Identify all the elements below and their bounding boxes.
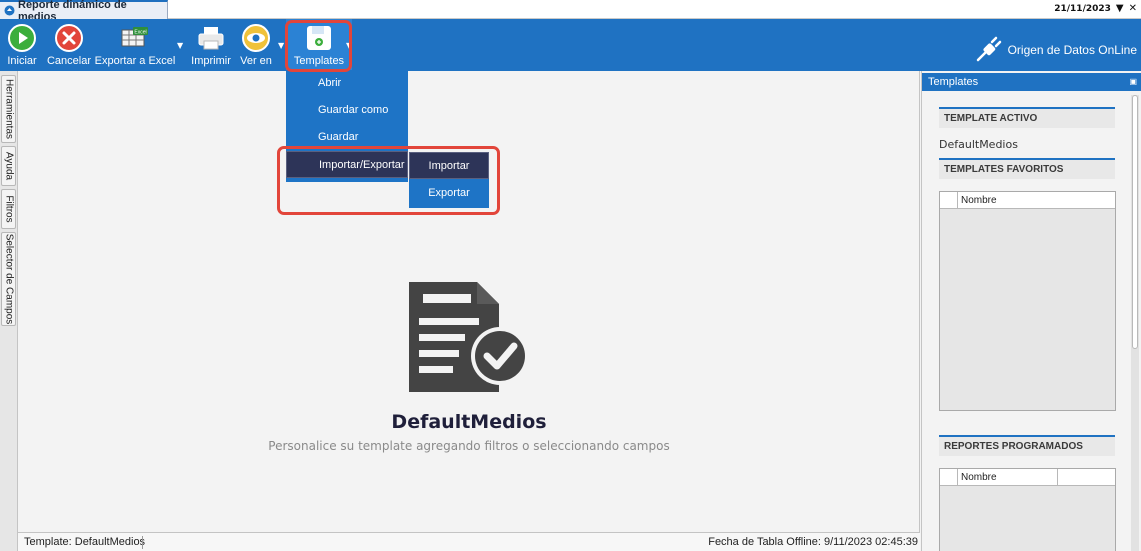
status-bar: Template: DefaultMedios Fecha de Tabla O… [18, 532, 920, 551]
scheduled-grid[interactable]: Nombre [939, 468, 1116, 551]
printer-icon [198, 27, 224, 50]
document-check-icon [409, 282, 529, 392]
import-export-submenu: Importar Exportar [409, 152, 489, 208]
templates-dropdown-arrow-icon[interactable]: ▼ [346, 41, 352, 50]
scheduled-row-indicator [940, 469, 958, 486]
print-button[interactable]: Imprimir [189, 19, 233, 71]
title-controls: 21/11/2023 ▼ ✕ [1054, 3, 1137, 14]
current-date: 21/11/2023 [1054, 3, 1111, 14]
view-in-button[interactable]: Ver en [238, 19, 274, 71]
plug-icon [976, 36, 1001, 62]
main-canvas: DefaultMedios Personalice su template ag… [18, 71, 920, 532]
tab-field-selector[interactable]: Selector de Campos [1, 232, 16, 326]
cancel-button-label: Cancelar [46, 55, 92, 67]
dropdown-arrow-icon[interactable]: ▼ [1116, 3, 1124, 14]
view-in-dropdown-arrow-icon[interactable]: ▼ [278, 41, 284, 50]
export-excel-button[interactable]: Excel Exportar a Excel [95, 19, 175, 71]
tab-help[interactable]: Ayuda [1, 146, 16, 186]
status-offline-date: Fecha de Tabla Offline: 9/11/2023 02:45:… [708, 536, 918, 548]
menu-item-save[interactable]: Guardar [286, 124, 408, 151]
favorites-grid-header: Nombre [940, 192, 1115, 209]
status-separator [142, 536, 143, 549]
panel-scrollbar-thumb[interactable] [1132, 95, 1138, 349]
excel-badge: Excel [134, 30, 146, 36]
tab-tools-label: Herramientas [3, 78, 14, 140]
scheduled-column-name[interactable]: Nombre [959, 469, 997, 486]
left-side-tabs: Herramientas Ayuda Filtros Selector de C… [0, 71, 18, 551]
template-hint: Personalice su template agregando filtro… [268, 439, 670, 453]
submenu-item-export[interactable]: Exportar [409, 180, 489, 207]
start-button-label: Iniciar [7, 55, 37, 67]
play-icon [8, 24, 36, 52]
scheduled-grid-header: Nombre [940, 469, 1115, 486]
view-in-label: Ver en [240, 55, 272, 67]
panel-scrollbar[interactable] [1131, 95, 1139, 551]
scheduled-column-divider [1057, 469, 1058, 486]
favorites-section: TEMPLATES FAVORITOS [939, 158, 1115, 179]
templates-panel: Templates ▣ TEMPLATE ACTIVO DefaultMedio… [921, 71, 1141, 551]
templates-panel-title: Templates [928, 76, 979, 88]
menu-item-open[interactable]: Abrir [286, 70, 408, 97]
cancel-button[interactable]: Cancelar [47, 19, 91, 71]
submenu-item-import[interactable]: Importar [409, 152, 489, 179]
tab-filters-label: Filtros [3, 195, 14, 223]
tab-help-label: Ayuda [3, 151, 14, 181]
tab-tools[interactable]: Herramientas [1, 75, 16, 143]
online-data-source[interactable]: Origen de Datos OnLine [974, 36, 1137, 64]
export-dropdown-arrow-icon[interactable]: ▼ [177, 41, 183, 50]
export-excel-label: Exportar a Excel [94, 55, 176, 67]
print-button-label: Imprimir [191, 55, 231, 67]
templates-panel-header: Templates ▣ [922, 73, 1141, 91]
favorites-grid[interactable]: Nombre [939, 191, 1116, 411]
templates-label: Templates [293, 55, 345, 67]
templates-menu: Abrir Guardar como Guardar Importar/Expo… [286, 70, 408, 182]
document-tab[interactable]: Reporte dinámico de medios [0, 0, 168, 23]
menu-item-import-export[interactable]: Importar/Exportar [286, 151, 408, 178]
start-button[interactable]: Iniciar [4, 19, 40, 71]
app-logo-icon [4, 5, 15, 16]
floppy-icon [307, 26, 331, 50]
menu-item-save-as[interactable]: Guardar como [286, 97, 408, 124]
status-template: Template: DefaultMedios [24, 536, 146, 548]
cancel-icon [55, 24, 83, 52]
active-template-name: DefaultMedios [939, 138, 1018, 151]
eye-icon [242, 24, 270, 52]
tab-field-selector-label: Selector de Campos [3, 233, 14, 325]
scheduled-section: REPORTES PROGRAMADOS [939, 435, 1115, 456]
active-template-section: TEMPLATE ACTIVO [939, 107, 1115, 128]
templates-button[interactable]: Templates [286, 19, 352, 71]
tab-filters[interactable]: Filtros [1, 189, 16, 229]
favorites-row-indicator [940, 192, 958, 209]
excel-icon: Excel [121, 27, 148, 47]
pin-icon[interactable]: ▣ [1129, 73, 1137, 91]
favorites-column-name[interactable]: Nombre [959, 192, 997, 209]
close-icon[interactable]: ✕ [1129, 3, 1137, 14]
title-bar: Reporte dinámico de medios 21/11/2023 ▼ … [0, 0, 1141, 23]
ribbon-toolbar: Iniciar Cancelar Excel Exportar a Excel … [0, 19, 1141, 71]
online-data-source-label: Origen de Datos OnLine [1007, 43, 1137, 57]
template-name: DefaultMedios [391, 411, 547, 433]
